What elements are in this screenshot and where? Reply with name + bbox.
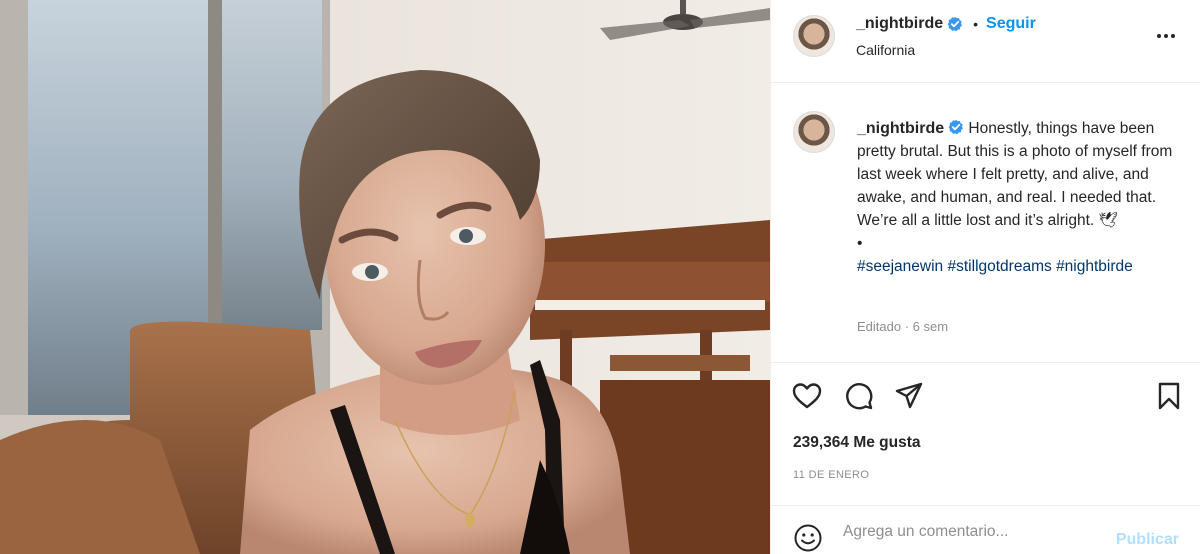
separator-dot: • bbox=[973, 16, 979, 32]
more-options-icon[interactable] bbox=[1154, 24, 1178, 48]
comment-bar: Publicar bbox=[771, 505, 1200, 554]
like-count[interactable]: 239,364 Me gusta bbox=[793, 434, 921, 452]
follow-button[interactable]: Seguir bbox=[986, 15, 1036, 33]
instagram-post-view: _nightbirde • Seguir California _nightbi… bbox=[0, 0, 1200, 554]
location-link[interactable]: California bbox=[856, 42, 915, 58]
caption-bullet: • bbox=[857, 235, 863, 252]
heart-icon[interactable] bbox=[791, 380, 823, 412]
post-photo[interactable] bbox=[0, 0, 770, 554]
portrait-image bbox=[0, 0, 770, 554]
edited-timestamp: Editado · 6 sem bbox=[857, 319, 949, 334]
hashtag-link[interactable]: #stillgotdreams bbox=[948, 258, 1052, 275]
header-name-row: _nightbirde • Seguir bbox=[856, 15, 1036, 33]
paper-plane-icon[interactable] bbox=[893, 380, 925, 412]
comment-input[interactable] bbox=[843, 520, 1103, 544]
caption-text: _nightbirde Honestly, things have been p… bbox=[857, 117, 1192, 278]
hashtag-link[interactable]: #seejanewin bbox=[857, 258, 943, 275]
caption-username-link[interactable]: _nightbirde bbox=[857, 120, 944, 137]
post-detail-panel: _nightbirde • Seguir California _nightbi… bbox=[770, 0, 1200, 554]
hashtag-list: #seejanewin #stillgotdreams #nightbirde bbox=[857, 258, 1133, 275]
publish-button[interactable]: Publicar bbox=[1116, 531, 1179, 549]
bookmark-icon[interactable] bbox=[1153, 380, 1185, 412]
action-bar bbox=[771, 362, 1200, 432]
avatar[interactable] bbox=[793, 15, 835, 57]
caption-avatar[interactable] bbox=[793, 111, 835, 153]
comment-bubble-icon[interactable] bbox=[843, 380, 875, 412]
hashtag-link[interactable]: #nightbirde bbox=[1056, 258, 1133, 275]
verified-badge-icon bbox=[948, 119, 964, 135]
post-header: _nightbirde • Seguir California bbox=[771, 0, 1200, 83]
post-date: 11 DE ENERO bbox=[793, 469, 870, 481]
emoji-smiley-icon[interactable] bbox=[793, 523, 823, 553]
username-link[interactable]: _nightbirde bbox=[856, 15, 943, 33]
verified-badge-icon bbox=[947, 16, 963, 32]
